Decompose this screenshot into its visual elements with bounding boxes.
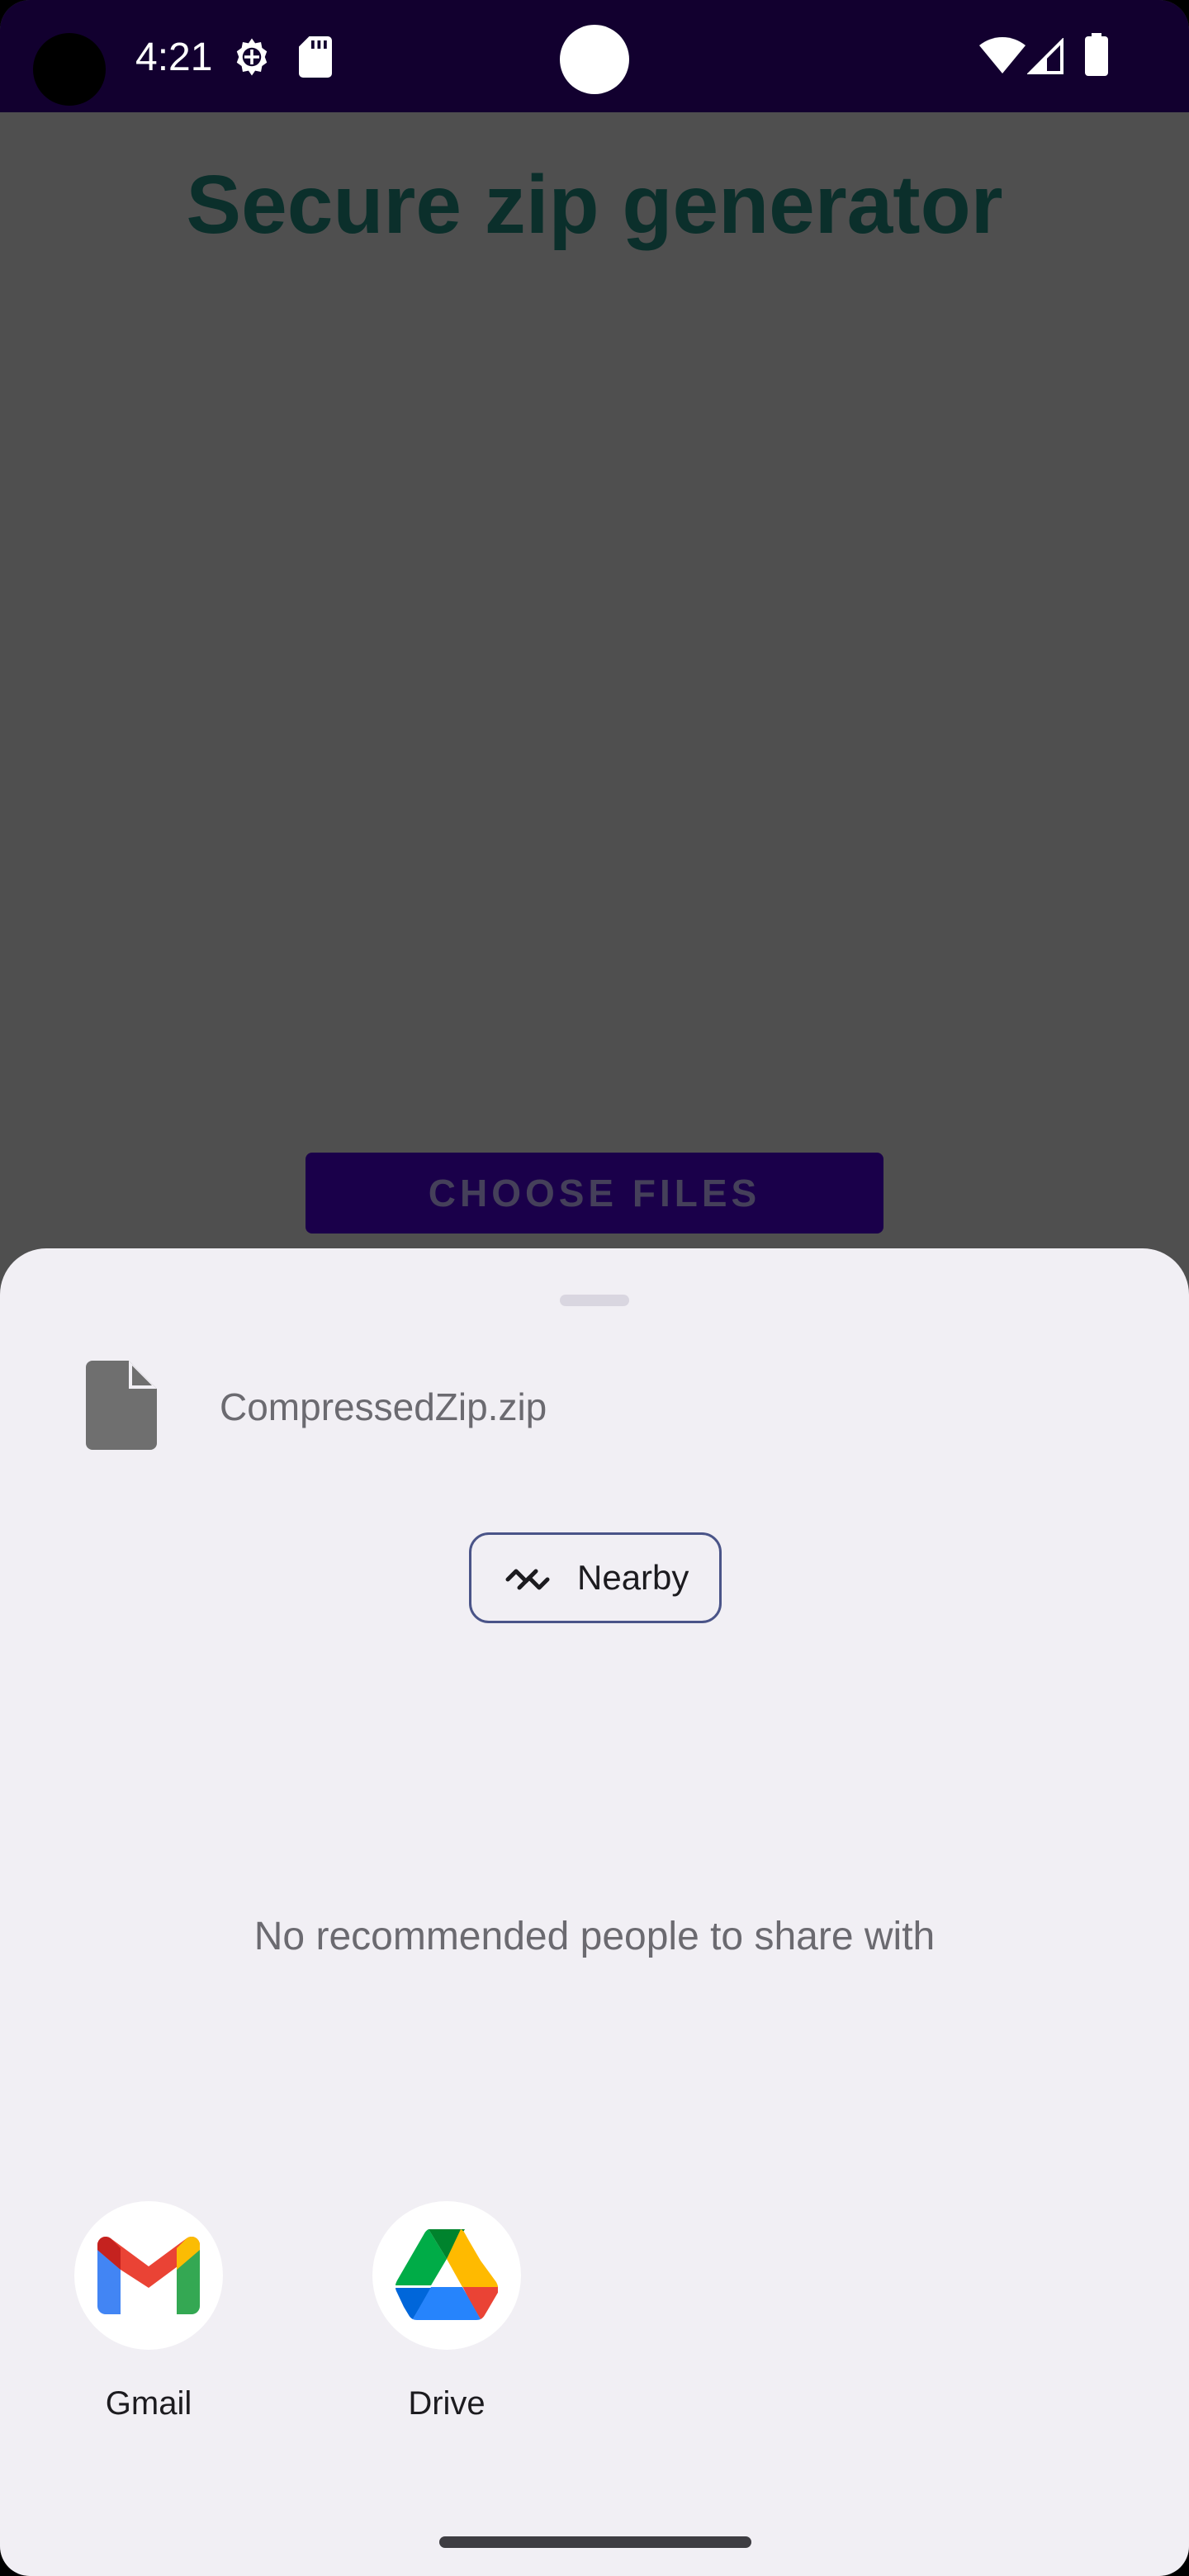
drive-icon [396,2229,498,2320]
sd-card-icon [299,36,332,78]
phone-screen: 4:21 Secure zip generator CHOOSE FILES C… [0,0,1189,2576]
share-sheet: CompressedZip.zip Nearby No recommended … [0,1248,1189,2576]
settings-icon [236,38,268,76]
share-target-gmail[interactable]: Gmail [74,2201,223,2422]
wifi-icon [979,37,1026,73]
gmail-label: Gmail [105,2385,192,2422]
drive-icon-circle [372,2201,521,2350]
nearby-share-button[interactable]: Nearby [469,1532,722,1623]
file-icon [86,1361,157,1450]
drag-handle[interactable] [560,1295,629,1306]
choose-files-button[interactable]: CHOOSE FILES [306,1153,883,1234]
signal-icon [1027,38,1063,74]
gmail-icon [97,2237,200,2314]
nearby-label: Nearby [577,1558,689,1597]
drive-label: Drive [408,2385,486,2422]
status-bar: 4:21 [0,0,1189,112]
camera-cutout [33,33,106,106]
status-time: 4:21 [135,36,213,79]
gmail-icon-circle [74,2201,223,2350]
gesture-navigation-bar[interactable] [439,2536,751,2548]
battery-icon [1085,33,1108,76]
file-name: CompressedZip.zip [220,1385,547,1428]
no-recommendations-text: No recommended people to share with [253,1915,936,1958]
nearby-share-icon [505,1569,550,1590]
share-target-drive[interactable]: Drive [372,2201,521,2422]
app-title: Secure zip generator [186,159,1003,251]
front-camera-dot [560,25,629,94]
